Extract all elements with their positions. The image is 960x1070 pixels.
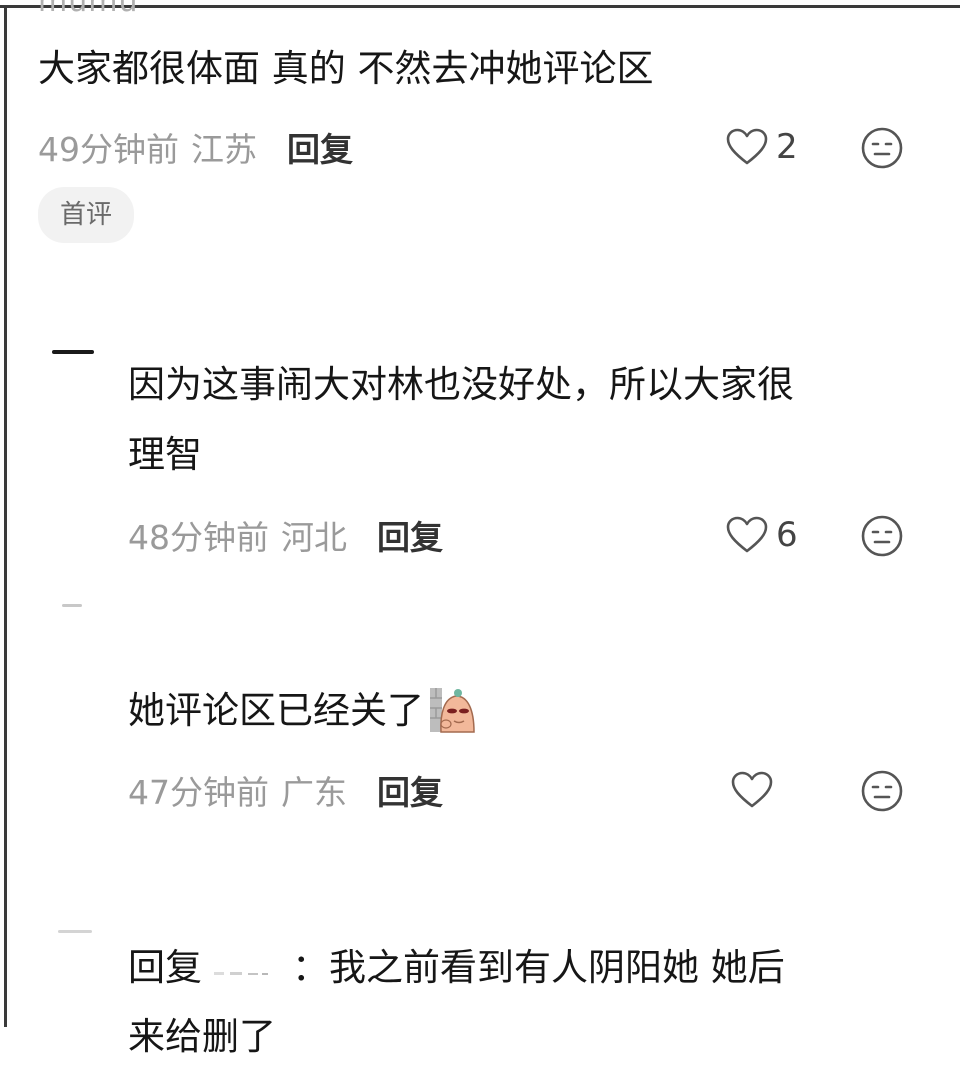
heart-outline-icon: [731, 771, 773, 808]
comment-1-meta: 49分钟前 江苏 回复: [38, 122, 353, 172]
heart-outline-icon: [726, 128, 768, 165]
comment-2-meta: 48分钟前 河北 回复: [128, 510, 443, 560]
frame-border-left: [4, 5, 7, 1027]
commenter-2-avatar: [52, 350, 94, 354]
comment-4-text-row: 回复 ：我之前看到有人阴阳她 她后: [128, 935, 785, 1001]
comment-3-time: 47分钟前: [128, 773, 269, 812]
comment-3-reply-button[interactable]: 回复: [377, 766, 443, 814]
commenter-3-avatar: [62, 604, 82, 607]
comment-2-text-line2: 理智: [128, 433, 202, 476]
comment-2-like-count: 6: [776, 515, 798, 555]
comment-4-reply-prefix: 回复: [128, 946, 202, 989]
frame-border-top: [0, 5, 960, 8]
comment-1-like-button[interactable]: 2: [726, 122, 798, 172]
comment-4-colon: ：: [292, 946, 329, 989]
comment-1-like-count: 2: [776, 127, 798, 167]
cut-off-username: mumu: [38, 0, 139, 19]
peeking-sticker-icon: [430, 687, 475, 733]
comment-1-region: 江苏: [191, 130, 257, 169]
comment-1-time: 49分钟前: [38, 130, 179, 169]
comment-1-text: 大家都很体面 真的 不然去冲她评论区: [38, 47, 654, 90]
comment-2-reply-button[interactable]: 回复: [377, 511, 443, 559]
neutral-face-icon[interactable]: [859, 125, 905, 171]
neutral-face-icon[interactable]: [859, 768, 905, 814]
comment-1-reply-button[interactable]: 回复: [287, 123, 353, 171]
first-comment-badge: 首评: [38, 187, 134, 243]
redacted-username: [214, 972, 268, 975]
comment-3-like-button[interactable]: [731, 765, 781, 815]
comment-3-text-row: 她评论区已经关了: [128, 678, 476, 744]
comment-2-region: 河北: [281, 518, 347, 557]
heart-outline-icon: [726, 516, 768, 553]
comment-3-region: 广东: [281, 773, 347, 812]
comment-2-like-button[interactable]: 6: [726, 510, 798, 560]
neutral-face-icon[interactable]: [859, 513, 905, 559]
comment-2-text-line1: 因为这事闹大对林也没好处，所以大家很: [128, 363, 794, 406]
commenter-4-avatar: [58, 930, 92, 933]
comment-4-text: 我之前看到有人阴阳她 她后: [329, 946, 785, 989]
comment-3-text: 她评论区已经关了: [128, 689, 424, 732]
comment-3-meta: 47分钟前 广东 回复: [128, 765, 443, 815]
comment-4-text-line2: 来给删了: [128, 1015, 276, 1058]
comment-2-time: 48分钟前: [128, 518, 269, 557]
